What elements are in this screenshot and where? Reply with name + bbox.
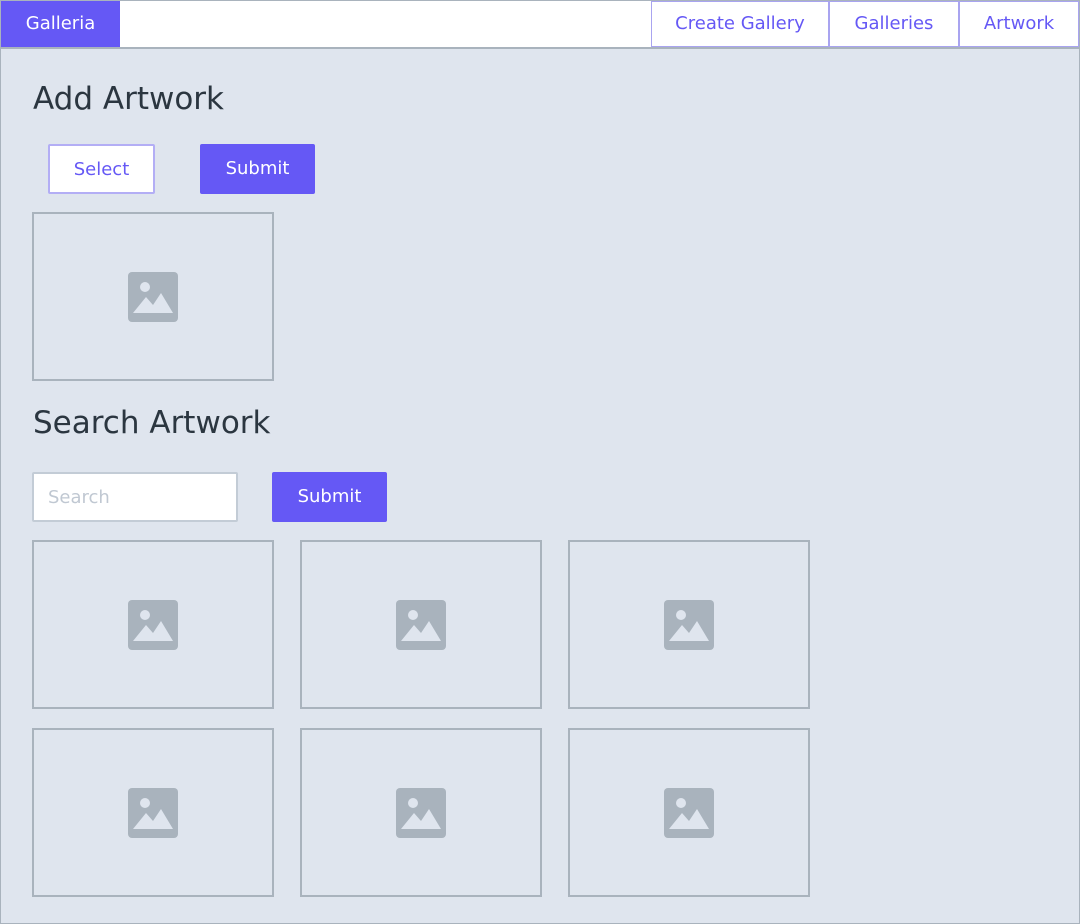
brand-logo[interactable]: Galleria xyxy=(1,1,120,47)
search-result-tile[interactable] xyxy=(300,728,542,897)
search-result-tile[interactable] xyxy=(300,540,542,709)
nav-artwork-button[interactable]: Artwork xyxy=(959,1,1079,47)
search-result-tile[interactable] xyxy=(568,728,810,897)
artwork-preview xyxy=(32,212,274,381)
nav-create-gallery-button[interactable]: Create Gallery xyxy=(651,1,829,47)
add-artwork-submit-button[interactable]: Submit xyxy=(200,144,315,194)
image-placeholder-icon xyxy=(396,787,446,838)
search-artwork-heading: Search Artwork xyxy=(33,405,271,441)
search-input[interactable] xyxy=(32,472,238,522)
image-placeholder-icon xyxy=(128,787,178,838)
add-artwork-heading: Add Artwork xyxy=(33,81,224,117)
select-file-button[interactable]: Select xyxy=(48,144,155,194)
search-result-tile[interactable] xyxy=(568,540,810,709)
image-placeholder-icon xyxy=(128,271,178,322)
top-nav-bar: Galleria Create Gallery Galleries Artwor… xyxy=(1,1,1079,49)
search-result-tile[interactable] xyxy=(32,540,274,709)
image-placeholder-icon xyxy=(664,787,714,838)
nav-galleries-button[interactable]: Galleries xyxy=(829,1,959,47)
search-submit-button[interactable]: Submit xyxy=(272,472,387,522)
image-placeholder-icon xyxy=(396,599,446,650)
search-result-tile[interactable] xyxy=(32,728,274,897)
image-placeholder-icon xyxy=(664,599,714,650)
image-placeholder-icon xyxy=(128,599,178,650)
